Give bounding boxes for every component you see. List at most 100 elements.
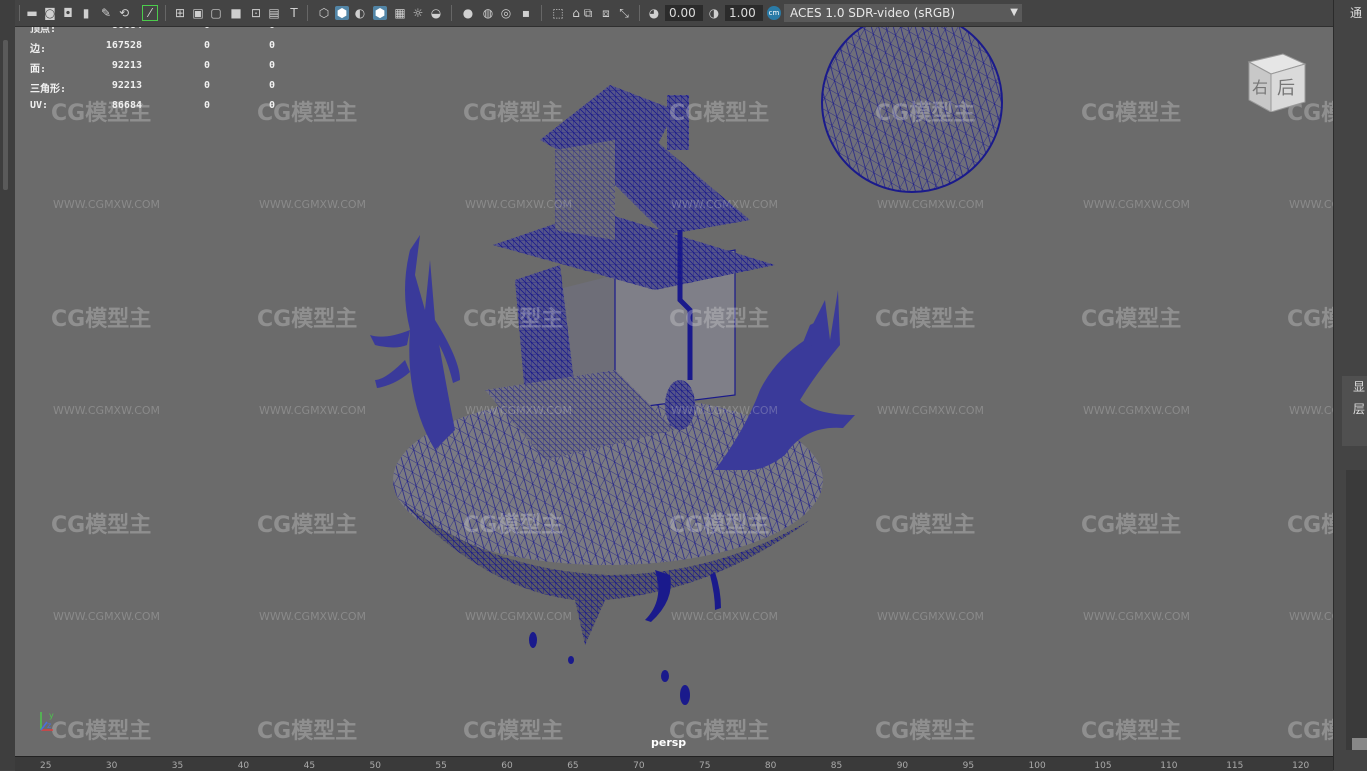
watermark-logo: CG模型主 bbox=[463, 513, 564, 538]
watermark-url: WWW.CGMXW.COM bbox=[1083, 404, 1191, 417]
image-plane-icon[interactable]: ▮ bbox=[79, 6, 93, 20]
watermark-url: WWW.CGMXW.COM bbox=[259, 610, 367, 623]
hud-row-uvs: UV: 86684 0 0 bbox=[30, 100, 275, 111]
watermark-url: WWW.CGMXW.COM bbox=[877, 404, 985, 417]
resolution-gate-icon[interactable]: ▢ bbox=[209, 6, 223, 20]
watermark-logo: CG模型主 bbox=[463, 101, 564, 126]
camera-label: persp bbox=[651, 736, 687, 749]
axis-indicator: y z bbox=[40, 711, 54, 731]
watermark-url: WWW.CGMXW.COM bbox=[877, 610, 985, 623]
use-all-lights-icon[interactable]: ☼ bbox=[411, 6, 425, 20]
hud-row-faces: 面: 92213 0 0 bbox=[30, 60, 275, 75]
default-material-icon[interactable]: ◐ bbox=[353, 6, 367, 20]
watermark-logo: CG模型主 bbox=[463, 307, 564, 332]
grease-pencil-active-icon[interactable]: ⁄ bbox=[142, 5, 158, 21]
right-panel: 通 显 层 bbox=[1333, 0, 1367, 770]
left-tree bbox=[370, 235, 460, 450]
watermark-url: WWW.CGMXW.COM bbox=[1083, 198, 1191, 211]
watermark-logo: CG模型主 bbox=[51, 307, 152, 332]
watermark-logo: CG模型主 bbox=[257, 719, 358, 744]
gamma-field[interactable]: 1.00 bbox=[725, 5, 763, 21]
bookmark-icon[interactable]: ◘ bbox=[61, 6, 75, 20]
gate-mask-icon[interactable]: ■ bbox=[229, 6, 243, 20]
viewcube-front-label: 后 bbox=[1277, 78, 1295, 99]
right-scroll-thumb[interactable] bbox=[1352, 738, 1367, 750]
film-gate-icon[interactable]: ▣ bbox=[191, 6, 205, 20]
right-scrollbar[interactable] bbox=[1346, 470, 1367, 750]
shadows-icon[interactable]: ◒ bbox=[429, 6, 443, 20]
watermark-url: WWW.CGMXW.COM bbox=[1289, 198, 1333, 211]
exposure-field[interactable]: 0.00 bbox=[665, 5, 703, 21]
layer-tab[interactable]: 层 bbox=[1342, 398, 1367, 420]
watermark-logo: CG模型主 bbox=[669, 513, 770, 538]
watermark-logo: CG模型主 bbox=[1081, 719, 1182, 744]
screen-space-ao-icon[interactable]: ● bbox=[461, 6, 475, 20]
watermark-url: WWW.CGMXW.COM bbox=[53, 198, 161, 211]
watermark-url: WWW.CGMXW.COM bbox=[671, 404, 779, 417]
backface-icon[interactable]: ⤡ bbox=[617, 6, 631, 20]
watermark-logo: CG模型主 bbox=[875, 719, 976, 744]
safe-title-icon[interactable]: T bbox=[287, 6, 301, 20]
viewcube-left-label: 右 bbox=[1252, 78, 1269, 97]
color-space-value: ACES 1.0 SDR-video (sRGB) bbox=[790, 6, 956, 20]
watermark-logo: CG模型主 bbox=[669, 307, 770, 332]
left-strip bbox=[0, 0, 16, 770]
safe-action-icon[interactable]: ▤ bbox=[267, 6, 281, 20]
watermark-logo: CG模型主 bbox=[51, 719, 152, 744]
timeline[interactable]: 25 30 35 40 45 50 55 60 65 70 75 80 85 90 95 100 105 110 1… bbox=[15, 756, 1333, 771]
camera-select-icon[interactable]: ▬ bbox=[25, 6, 39, 20]
watermark-logo: CG模型主 bbox=[257, 513, 358, 538]
viewport-toolbar: ▬ ◙ ◘ ▮ ✎ ⟲ ⁄ ⊞ ▣ ▢ ■ ⊡ ▤ T ⬡ ⬢ ◐ ⬢ ▦ ☼ … bbox=[15, 0, 1333, 27]
watermark-logo: CG模型主 bbox=[1287, 719, 1333, 744]
watermark-logo: CG模型主 bbox=[257, 307, 358, 332]
two-d-pan-icon[interactable]: ✎ bbox=[99, 6, 113, 20]
xray-components-icon[interactable]: ⧈ bbox=[599, 6, 613, 20]
camera-attributes-icon[interactable]: ◙ bbox=[43, 6, 57, 20]
watermark-url: WWW.CGMXW.COM bbox=[1289, 610, 1333, 623]
watermark-logo: CG模型主 bbox=[51, 513, 152, 538]
watermark-url: WWW.CGMXW.COM bbox=[877, 198, 985, 211]
watermark-logo: CG模型主 bbox=[1081, 307, 1182, 332]
wireframe-on-shaded-icon[interactable]: ⬢ bbox=[373, 6, 387, 20]
watermark-logo: CG模型主 bbox=[875, 513, 976, 538]
exposure-icon[interactable]: ◕ bbox=[647, 6, 661, 20]
watermark-logo: CG模型主 bbox=[463, 719, 564, 744]
chevron-down-icon: ▼ bbox=[1010, 7, 1018, 18]
depth-of-field-icon[interactable]: ▪ bbox=[519, 6, 533, 20]
layer-editor: 显 层 bbox=[1342, 376, 1367, 446]
watermark-logo: CG模型主 bbox=[1287, 307, 1333, 332]
watermark-logo: CG模型主 bbox=[875, 101, 976, 126]
motion-blur-icon[interactable]: ◍ bbox=[481, 6, 495, 20]
watermark-logo: CG模型主 bbox=[1081, 513, 1182, 538]
gamma-icon[interactable]: ◑ bbox=[707, 6, 721, 20]
grease-pencil-icon[interactable]: ⟲ bbox=[117, 6, 131, 20]
field-chart-icon[interactable]: ⊡ bbox=[249, 6, 263, 20]
watermark-logo: CG模型主 bbox=[1081, 101, 1182, 126]
anti-aliasing-icon[interactable]: ◎ bbox=[499, 6, 513, 20]
svg-text:y: y bbox=[49, 711, 54, 720]
color-space-dropdown[interactable]: ACES 1.0 SDR-video (sRGB) ▼ bbox=[784, 4, 1022, 22]
watermark-url: WWW.CGMXW.COM bbox=[465, 610, 573, 623]
display-tab[interactable]: 显 bbox=[1342, 376, 1367, 398]
watermark-url: WWW.CGMXW.COM bbox=[53, 610, 161, 623]
hud-row-edges: 边: 167528 0 0 bbox=[30, 40, 275, 55]
viewcube[interactable]: 右 后 bbox=[1243, 52, 1307, 113]
watermark-logo: CG模型主 bbox=[669, 101, 770, 126]
isolate-select-icon[interactable]: ⬚ bbox=[551, 6, 565, 20]
xray-joints-icon[interactable]: ⧉ bbox=[581, 6, 595, 20]
color-management-icon[interactable]: cm bbox=[767, 6, 781, 20]
watermark-url: WWW.CGMXW.COM bbox=[259, 198, 367, 211]
smooth-shade-icon[interactable]: ⬢ bbox=[335, 6, 349, 20]
watermark-url: WWW.CGMXW.COM bbox=[671, 198, 779, 211]
watermark-logo: CG模型主 bbox=[875, 307, 976, 332]
watermark-url: WWW.CGMXW.COM bbox=[465, 198, 573, 211]
channel-box-tab[interactable]: 通 bbox=[1334, 0, 1367, 26]
watermark-url: WWW.CGMXW.COM bbox=[259, 404, 367, 417]
watermark-url: WWW.CGMXW.COM bbox=[671, 610, 779, 623]
textured-icon[interactable]: ▦ bbox=[393, 6, 407, 20]
wireframe-icon[interactable]: ⬡ bbox=[317, 6, 331, 20]
watermark-url: WWW.CGMXW.COM bbox=[465, 404, 573, 417]
left-scroll-grip[interactable] bbox=[3, 40, 8, 190]
grid-icon[interactable]: ⊞ bbox=[173, 6, 187, 20]
watermark-url: WWW.CGMXW.COM bbox=[53, 404, 161, 417]
